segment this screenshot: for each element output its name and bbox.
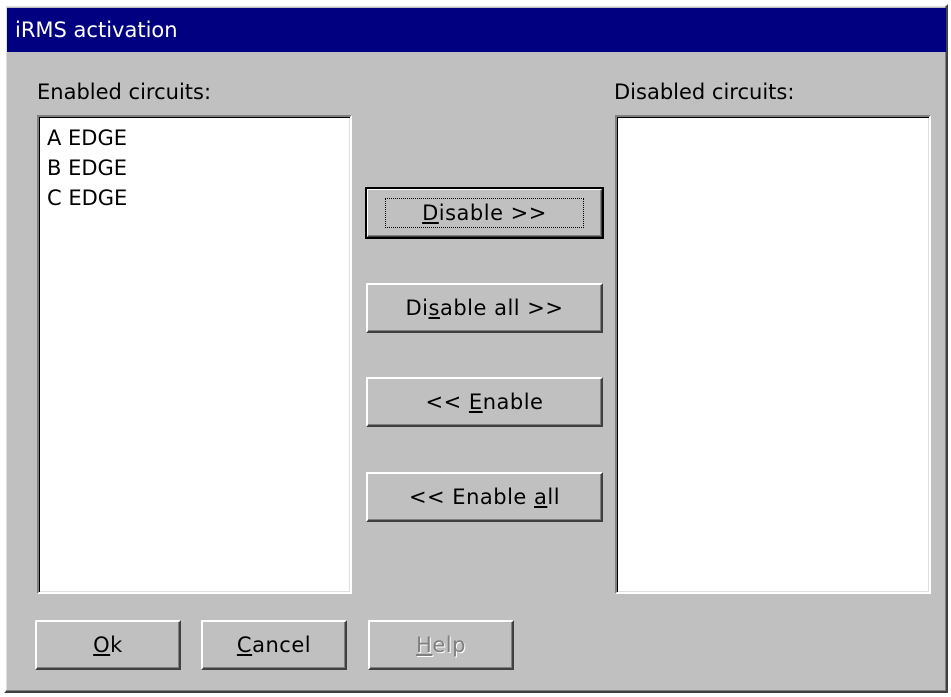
help-button: Help: [368, 620, 514, 670]
disabled-circuits-label: Disabled circuits:: [614, 80, 795, 104]
disable-all-button-label: Disable all >>: [405, 296, 564, 320]
help-button-label: Help: [416, 633, 466, 657]
ok-button[interactable]: Ok: [35, 620, 181, 670]
disable-all-button[interactable]: Disable all >>: [366, 283, 603, 333]
enable-all-button-label: << Enable all: [408, 485, 561, 509]
enabled-circuits-list[interactable]: A EDGE B EDGE C EDGE: [37, 115, 352, 594]
ok-button-label: Ok: [93, 633, 123, 657]
enabled-circuits-label: Enabled circuits:: [37, 80, 212, 104]
disable-button-label: Disable >>: [385, 198, 584, 228]
cancel-button-label: Cancel: [236, 633, 312, 657]
cancel-button[interactable]: Cancel: [201, 620, 347, 670]
list-item[interactable]: A EDGE: [47, 123, 350, 153]
enable-button-label: << Enable: [425, 390, 544, 414]
title-bar[interactable]: iRMS activation: [7, 8, 946, 52]
list-item[interactable]: C EDGE: [47, 183, 350, 213]
disabled-circuits-list[interactable]: [615, 115, 931, 594]
enable-button[interactable]: << Enable: [366, 377, 603, 427]
enable-all-button[interactable]: << Enable all: [366, 472, 603, 522]
list-item[interactable]: B EDGE: [47, 153, 350, 183]
disable-button[interactable]: Disable >>: [365, 187, 604, 239]
window-title: iRMS activation: [15, 18, 178, 42]
